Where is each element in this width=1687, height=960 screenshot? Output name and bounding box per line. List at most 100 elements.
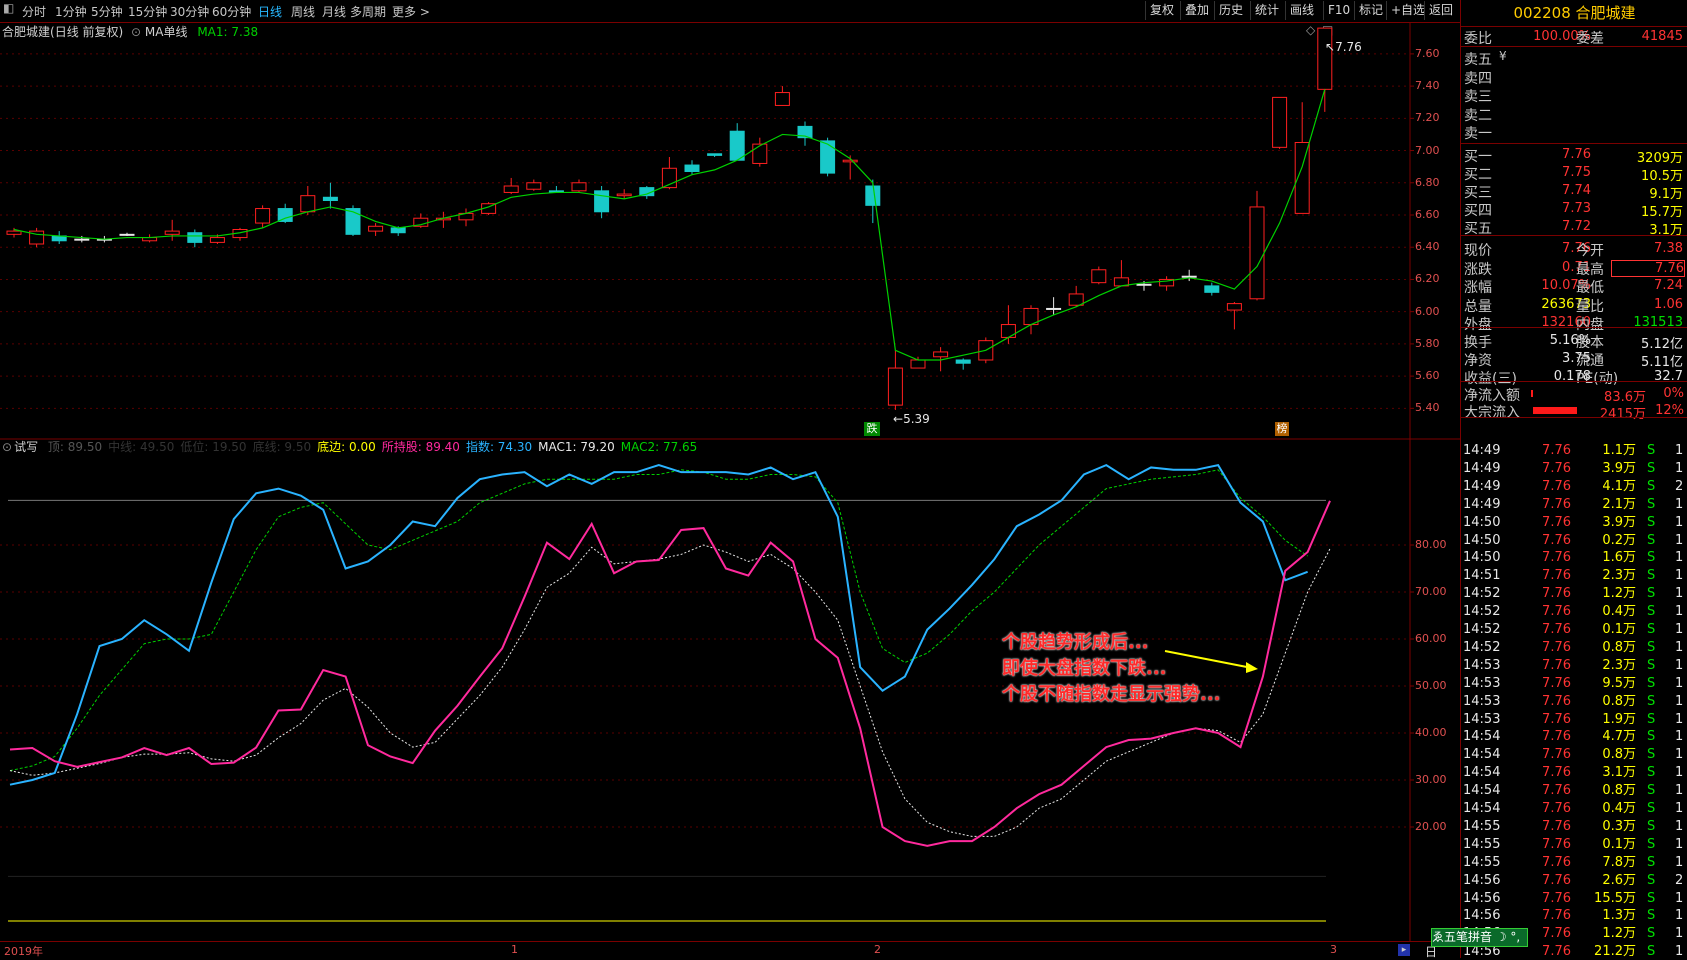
candle[interactable] <box>526 179 542 191</box>
candle[interactable] <box>887 350 903 410</box>
candle[interactable] <box>164 219 180 241</box>
candle[interactable] <box>684 160 700 175</box>
tick-row[interactable]: 14:53 7.76 1.9万 S 1 <box>1461 711 1687 728</box>
candle[interactable] <box>1046 297 1062 315</box>
buy-price[interactable]: 7.75 <box>1521 165 1591 180</box>
tick-row[interactable]: 14:50 7.76 1.6万 S 1 <box>1461 549 1687 566</box>
stat-label: 净资 <box>1464 353 1492 369</box>
candle[interactable] <box>1113 260 1129 287</box>
candle[interactable] <box>119 232 135 236</box>
sell-level-label: 卖二 <box>1464 107 1492 124</box>
annotation-line-2: 即使大盘指数下跌... <box>1002 658 1167 679</box>
candle[interactable] <box>345 205 361 236</box>
tick-cell: 3.9万 <box>1602 460 1636 476</box>
tick-row[interactable]: 14:54 7.76 3.1万 S 1 <box>1461 764 1687 781</box>
candle[interactable] <box>955 358 971 370</box>
candle[interactable] <box>1249 190 1265 301</box>
tick-row[interactable]: 14:54 7.76 0.8万 S 1 <box>1461 782 1687 799</box>
candle[interactable] <box>729 123 745 161</box>
indicator-settings-icon[interactable]: ⊙ <box>2 440 12 454</box>
candle[interactable] <box>255 205 271 228</box>
sell-level-label: 卖三 <box>1464 89 1492 105</box>
axis-label-2019: 2019年 <box>4 945 43 958</box>
candle[interactable] <box>1023 305 1039 335</box>
tick-row[interactable]: 14:56 7.76 15.5万 S 1 <box>1461 890 1687 907</box>
candle[interactable] <box>322 182 338 209</box>
candle[interactable] <box>548 186 564 193</box>
candle[interactable] <box>594 186 610 219</box>
candle[interactable] <box>1272 96 1288 149</box>
tick-cell: S <box>1647 604 1656 620</box>
candle[interactable] <box>232 227 248 241</box>
annotation-line-1: 个股趋势形成后... <box>1002 632 1149 653</box>
tick-row[interactable]: 14:55 7.76 7.8万 S 1 <box>1461 854 1687 871</box>
tick-row[interactable]: 14:53 7.76 0.8万 S 1 <box>1461 693 1687 710</box>
tick-row[interactable]: 14:56 7.76 2.6万 S 2 <box>1461 872 1687 889</box>
tick-row[interactable]: 14:52 7.76 1.2万 S 1 <box>1461 585 1687 602</box>
buy-price[interactable]: 7.73 <box>1521 201 1591 216</box>
tick-row[interactable]: 14:52 7.76 0.1万 S 1 <box>1461 621 1687 638</box>
candle[interactable] <box>368 223 384 236</box>
tick-row[interactable]: 14:49 7.76 1.1万 S 1 <box>1461 442 1687 459</box>
tick-cell: 7.76 <box>1542 496 1571 512</box>
tick-cell: 14:53 <box>1463 693 1501 709</box>
candle[interactable] <box>797 121 813 146</box>
tick-cell: 1 <box>1675 693 1684 709</box>
tick-cell: S <box>1647 675 1656 691</box>
candle[interactable] <box>820 137 836 177</box>
candle[interactable] <box>6 227 22 238</box>
tick-row[interactable]: 14:52 7.76 0.8万 S 1 <box>1461 639 1687 656</box>
tick-row[interactable]: 14:54 7.76 0.8万 S 1 <box>1461 746 1687 763</box>
candle[interactable] <box>29 227 45 248</box>
candle[interactable] <box>707 153 723 157</box>
tick-cell: 14:53 <box>1463 711 1501 727</box>
tick-row[interactable]: 14:50 7.76 0.2万 S 1 <box>1461 532 1687 549</box>
tick-row[interactable]: 14:50 7.76 3.9万 S 1 <box>1461 514 1687 531</box>
candle[interactable] <box>1204 282 1220 296</box>
candle[interactable] <box>458 208 474 227</box>
tick-cell: 1 <box>1675 926 1684 942</box>
tick-cell: 7.76 <box>1542 657 1571 673</box>
buy-price[interactable]: 7.72 <box>1521 219 1591 234</box>
candle[interactable] <box>1159 276 1175 291</box>
candle[interactable] <box>1294 102 1310 214</box>
price-tick: 6.60 <box>1415 208 1440 221</box>
tick-cell: 1 <box>1675 890 1684 906</box>
ime-toolbar[interactable]: ゑ五笔拼音 ☽ °, <box>1431 928 1528 947</box>
candle[interactable] <box>1068 285 1084 307</box>
candle[interactable] <box>774 86 790 106</box>
tick-cell: 0.8万 <box>1602 747 1636 763</box>
tick-row[interactable]: 14:52 7.76 0.4万 S 1 <box>1461 603 1687 620</box>
candle[interactable] <box>187 229 203 248</box>
buy-price[interactable]: 7.76 <box>1521 147 1591 162</box>
tick-row[interactable]: 14:56 7.76 1.3万 S 1 <box>1461 907 1687 924</box>
tick-row[interactable]: 14:55 7.76 0.3万 S 1 <box>1461 818 1687 835</box>
tick-row[interactable]: 14:49 7.76 3.9万 S 1 <box>1461 460 1687 477</box>
tick-cell: 7.76 <box>1542 783 1571 799</box>
badge-rank[interactable]: 榜 <box>1275 422 1289 436</box>
candle[interactable] <box>1091 266 1107 285</box>
candle[interactable] <box>503 177 519 195</box>
tick-cell: S <box>1647 872 1656 888</box>
candle[interactable] <box>142 234 158 243</box>
scroll-button-icon[interactable]: ▸ <box>1398 944 1410 956</box>
candle[interactable] <box>1226 302 1242 330</box>
tick-row[interactable]: 14:54 7.76 4.7万 S 1 <box>1461 728 1687 745</box>
kline-chart[interactable] <box>0 0 1460 958</box>
tick-row[interactable]: 14:51 7.76 2.3万 S 1 <box>1461 567 1687 584</box>
badge-down[interactable]: 跌 <box>864 422 880 436</box>
buy-price[interactable]: 7.74 <box>1521 183 1591 198</box>
tick-row[interactable]: 14:53 7.76 2.3万 S 1 <box>1461 657 1687 674</box>
tick-cell: 1.1万 <box>1602 443 1636 458</box>
candle[interactable] <box>571 179 587 193</box>
tick-row[interactable]: 14:53 7.76 9.5万 S 1 <box>1461 675 1687 692</box>
tick-row[interactable]: 14:55 7.76 0.1万 S 1 <box>1461 836 1687 853</box>
tick-cell: S <box>1647 639 1656 655</box>
candle[interactable] <box>752 137 768 167</box>
tick-row[interactable]: 14:49 7.76 2.1万 S 1 <box>1461 496 1687 513</box>
tick-cell: 4.7万 <box>1602 729 1636 745</box>
tick-cell: 0.3万 <box>1602 818 1636 834</box>
tick-row[interactable]: 14:54 7.76 0.4万 S 1 <box>1461 800 1687 817</box>
tick-row[interactable]: 14:49 7.76 4.1万 S 2 <box>1461 478 1687 495</box>
candle[interactable] <box>51 231 67 244</box>
